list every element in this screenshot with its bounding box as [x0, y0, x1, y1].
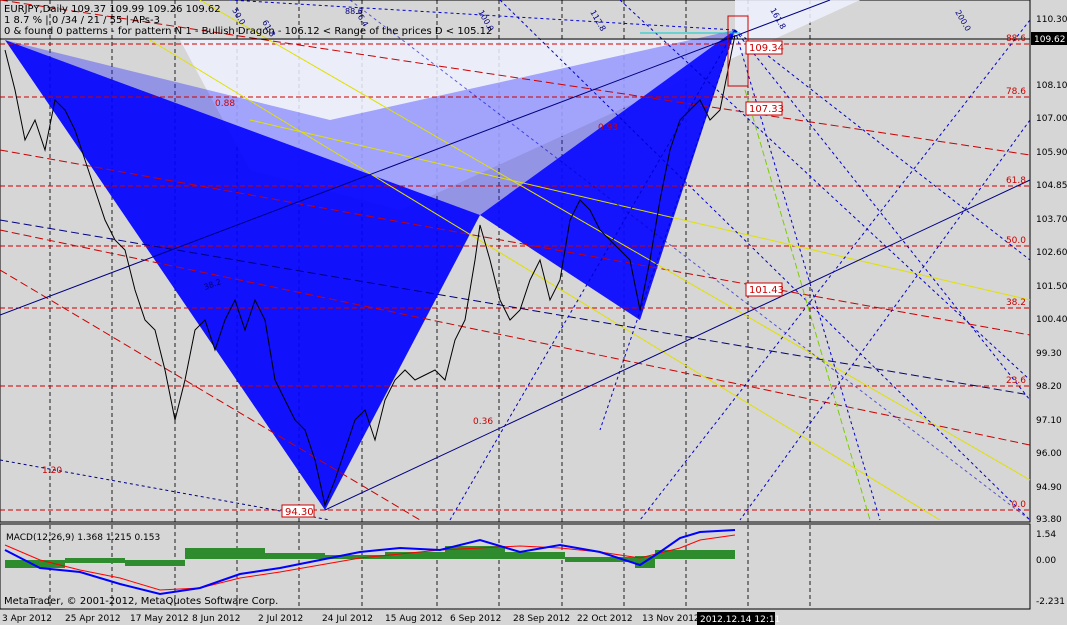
- current-price-tag: 109.62: [1031, 32, 1067, 45]
- price-tick: 98.20: [1036, 382, 1062, 392]
- fan-label-88-6: 88.6: [345, 7, 363, 16]
- date-tick: 22 Oct 2012: [577, 614, 633, 624]
- cursor-date-tag: 2012.12.14 12:11: [697, 612, 780, 625]
- price-tick: 101.50: [1036, 282, 1067, 292]
- ratio-label-c: 0.36: [473, 417, 493, 427]
- date-tick: 8 Jun 2012: [192, 614, 240, 624]
- price-tick: 102.60: [1036, 248, 1067, 258]
- cursor-date-text: 2012.12.14 12:11: [700, 615, 780, 625]
- ratio-label-b: 0.93: [598, 123, 618, 133]
- price-tick: 110.30: [1036, 15, 1067, 25]
- date-axis: 3 Apr 2012 25 Apr 2012 17 May 2012 8 Jun…: [2, 614, 700, 624]
- date-tick: 28 Sep 2012: [513, 614, 570, 624]
- fib-label-23-6: 23.6: [1006, 376, 1026, 386]
- price-box-3: 101.43: [745, 282, 784, 297]
- price-tick: 103.70: [1036, 215, 1067, 225]
- price-tick: 93.80: [1036, 515, 1062, 525]
- price-box-4: 94.30: [281, 504, 315, 518]
- price-tick: 100.40: [1036, 315, 1067, 325]
- price-tick: 97.10: [1036, 416, 1062, 426]
- fib-label-38-2: 38.2: [1006, 298, 1026, 308]
- price-tick: 99.30: [1036, 349, 1062, 359]
- price-box-1: 109.34: [745, 40, 784, 55]
- price-tick: 94.90: [1036, 483, 1062, 493]
- macd-tick: -2.231: [1036, 597, 1065, 607]
- fib-label-50-0: 50.0: [1006, 236, 1026, 246]
- price-tick: 107.00: [1036, 114, 1067, 124]
- date-tick: 15 Aug 2012: [385, 614, 443, 624]
- date-tick: 24 Jul 2012: [322, 614, 373, 624]
- symbol-info: EURJPY,Daily 109.37 109.99 109.26 109.62: [4, 4, 221, 15]
- trading-chart-window[interactable]: 109.34 107.33 101.43 94.30 88.6 78.6 61.…: [0, 0, 1067, 625]
- date-tick: 6 Sep 2012: [450, 614, 501, 624]
- price-tick: 108.10: [1036, 81, 1067, 91]
- copyright-text: MetaTrader, © 2001-2012, MetaQuotes Soft…: [4, 596, 278, 607]
- chart-canvas[interactable]: 109.34 107.33 101.43 94.30 88.6 78.6 61.…: [0, 0, 1067, 625]
- macd-axis: 1.54 0.00 -2.231: [1036, 530, 1065, 607]
- date-tick: 13 Nov 2012: [642, 614, 700, 624]
- ratio-label-d: 1.20: [42, 466, 62, 476]
- price-tick: 96.00: [1036, 449, 1062, 459]
- ratio-label-a: 0.88: [215, 99, 235, 109]
- date-tick: 2 Jul 2012: [258, 614, 303, 624]
- price-box-2-text: 107.33: [749, 104, 784, 115]
- macd-tick: 0.00: [1036, 556, 1056, 566]
- price-tick: 105.90: [1036, 148, 1067, 158]
- fib-label-61-8: 61.8: [1006, 176, 1026, 186]
- fib-label-78-6: 78.6: [1006, 87, 1026, 97]
- price-box-1-text: 109.34: [749, 43, 784, 54]
- price-axis: 110.30 108.10 107.00 105.90 104.85 103.7…: [1036, 15, 1067, 525]
- date-tick: 3 Apr 2012: [2, 614, 52, 624]
- indicator-info: 1 8.7 % | 0 /34 / 21 / 55 | APs-3: [4, 15, 160, 26]
- current-price-text: 109.62: [1034, 35, 1066, 45]
- price-tick: 104.85: [1036, 181, 1067, 191]
- macd-label: MACD(12,26,9) 1.368 1.215 0.153: [6, 533, 160, 543]
- price-box-2: 107.33: [745, 101, 784, 116]
- fib-label-88-6: 88.6: [1006, 34, 1026, 44]
- date-tick: 25 Apr 2012: [65, 614, 121, 624]
- pattern-info: 0 & found 0 patterns - for pattern N 1 -…: [4, 26, 492, 37]
- date-tick: 17 May 2012: [130, 614, 189, 624]
- price-box-3-text: 101.43: [749, 285, 784, 296]
- macd-tick: 1.54: [1036, 530, 1056, 540]
- price-box-4-text: 94.30: [285, 507, 314, 518]
- fib-label-0-0: 0.0: [1012, 500, 1027, 510]
